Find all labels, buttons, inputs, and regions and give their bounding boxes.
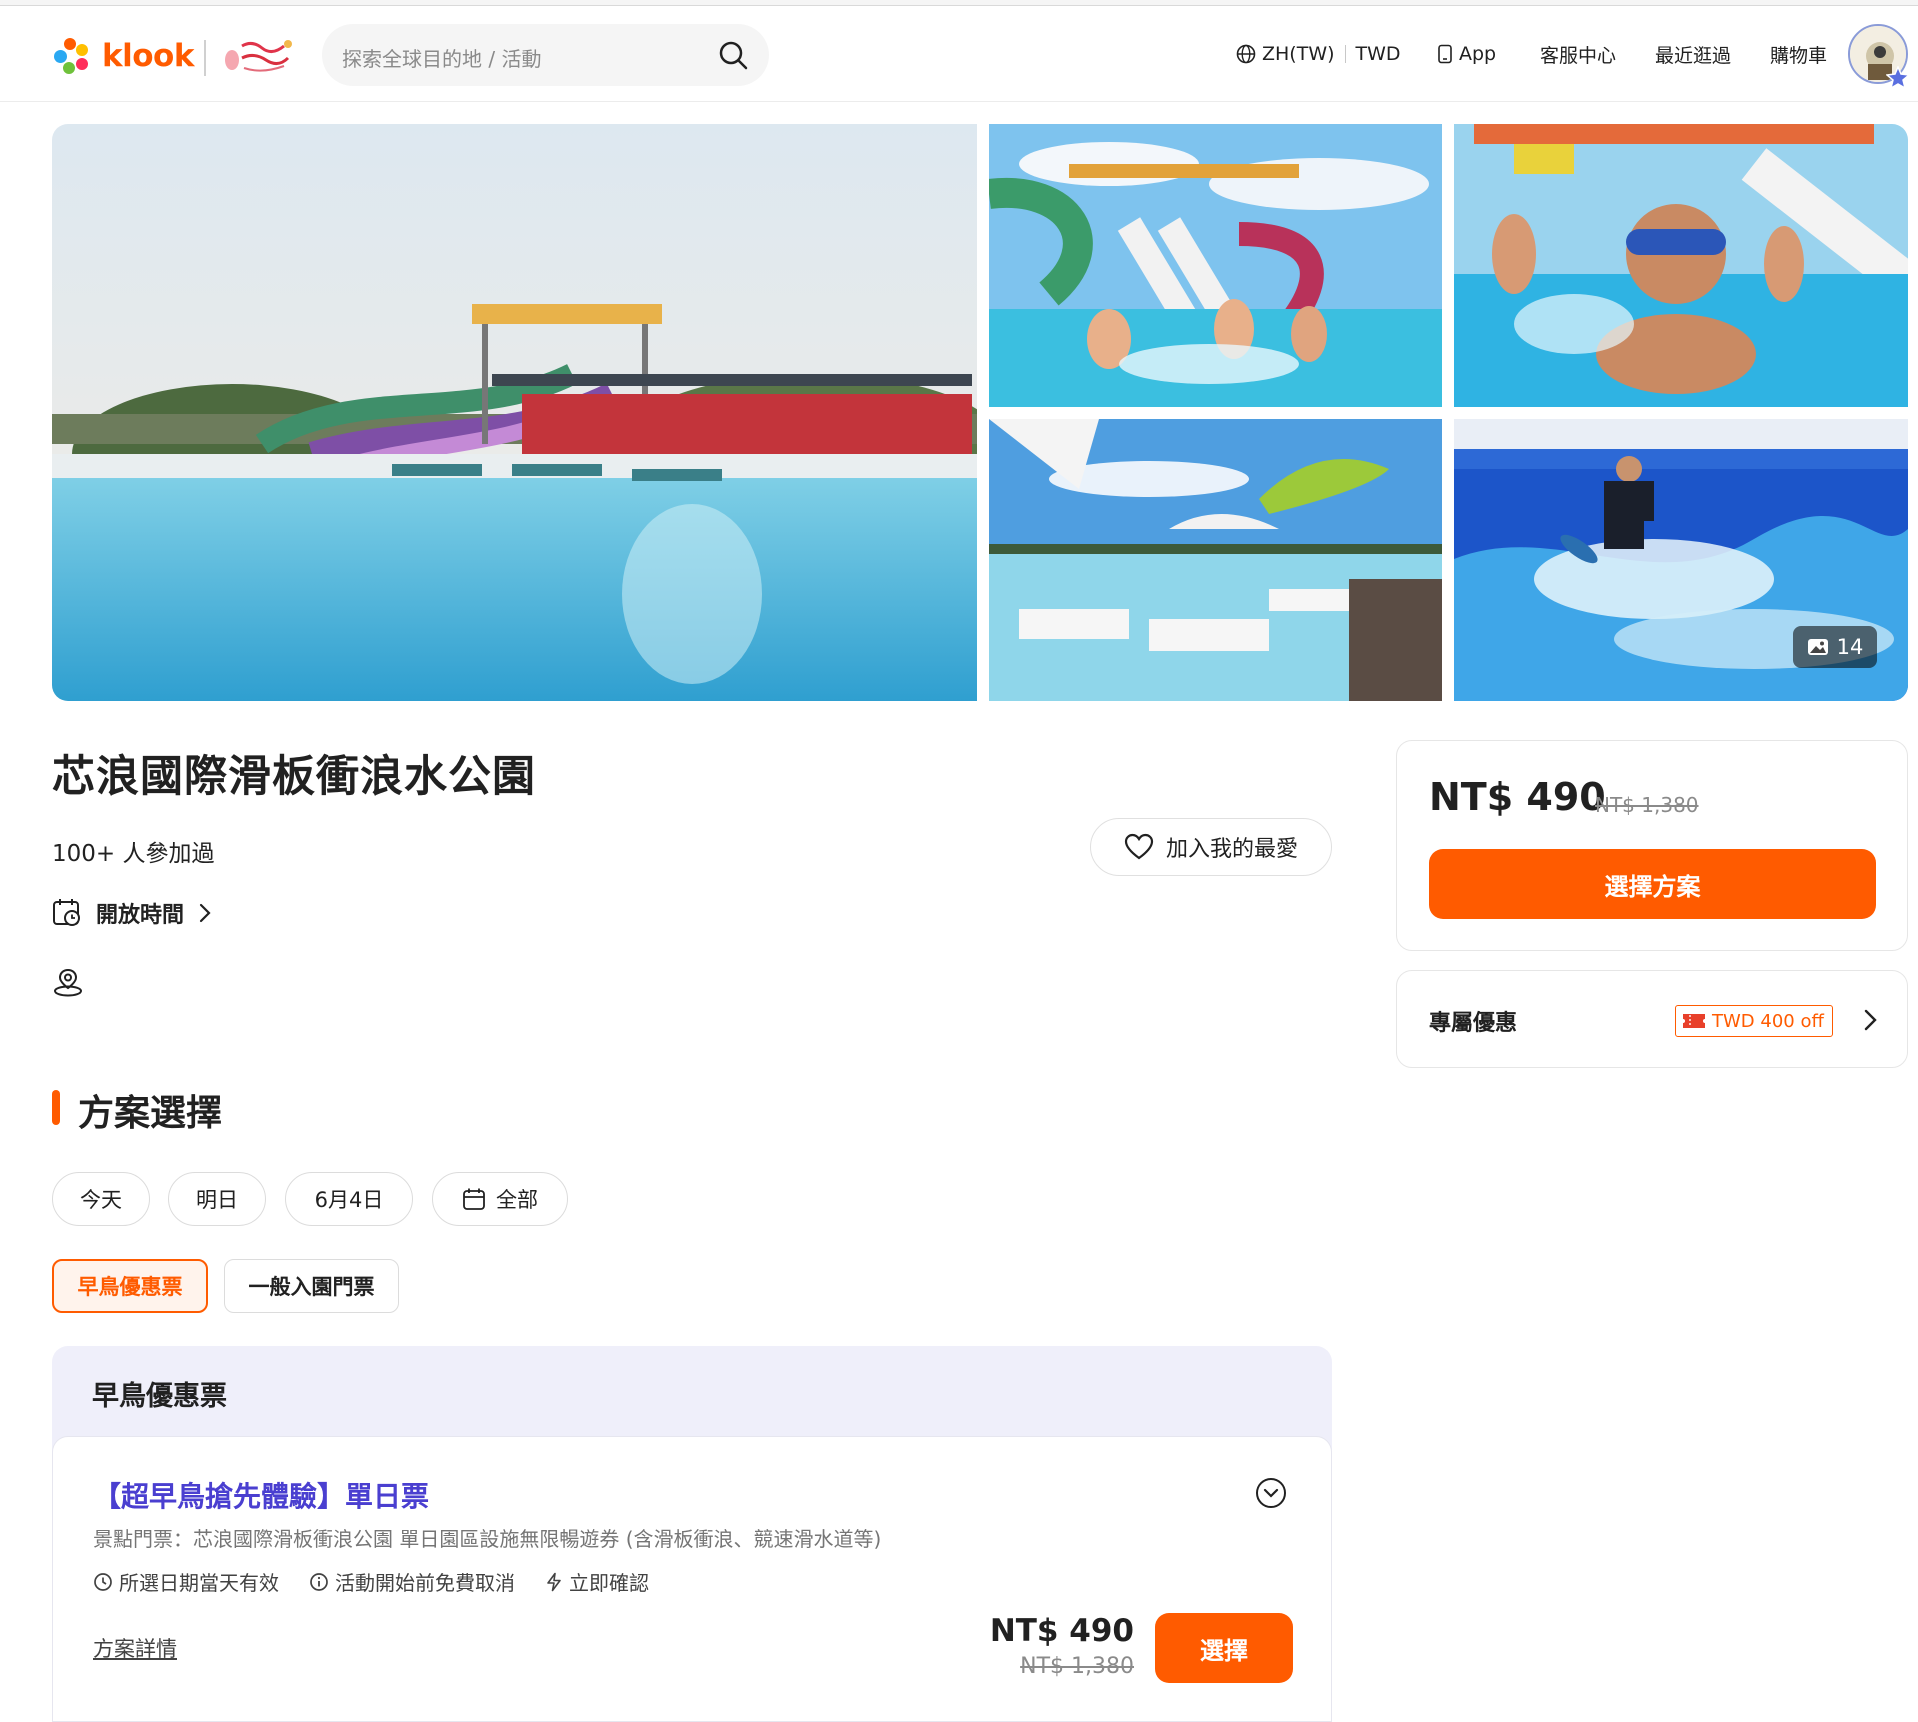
photo-count-label: 14 bbox=[1836, 635, 1864, 659]
clock-icon bbox=[94, 1572, 112, 1591]
calendar-clock-icon bbox=[53, 899, 80, 926]
choose-plan-button[interactable]: 選擇方案 bbox=[1429, 849, 1876, 919]
package-type-label: 早鳥優惠票 bbox=[77, 1275, 183, 1299]
date-chip-label: 今天 bbox=[80, 1188, 122, 1212]
summary-original-price: NT$ 1,380 bbox=[1595, 793, 1699, 817]
recently-viewed-link[interactable]: 最近逛過 bbox=[1655, 6, 1731, 102]
date-chip-label: 明日 bbox=[196, 1188, 238, 1212]
klook-logo[interactable]: klook bbox=[50, 34, 194, 78]
date-chip-june-4[interactable]: 6月4日 bbox=[285, 1172, 413, 1226]
member-badge-icon bbox=[1886, 66, 1910, 90]
activity-title: 芯浪國際滑板衝浪水公園 bbox=[52, 752, 536, 802]
participants-count: 100+ 人參加過 bbox=[52, 841, 215, 867]
gallery-photo-cabanas[interactable] bbox=[989, 419, 1442, 701]
recently-viewed-label: 最近逛過 bbox=[1655, 44, 1732, 67]
package-type-general[interactable]: 一般入園門票 bbox=[224, 1259, 399, 1313]
currency-label: TWD bbox=[1355, 43, 1401, 65]
coupon-badge[interactable]: TWD 400 off bbox=[1675, 1005, 1833, 1037]
package-details-link[interactable]: 方案詳情 bbox=[93, 1633, 177, 1663]
lang-currency-divider bbox=[1344, 45, 1346, 63]
klook-logo-mark bbox=[50, 36, 92, 76]
date-chip-all[interactable]: 全部 bbox=[432, 1172, 568, 1226]
gallery-photo-kids[interactable] bbox=[1454, 124, 1908, 407]
add-to-wishlist-button[interactable]: 加入我的最愛 bbox=[1090, 818, 1332, 876]
package-type-label: 一般入園門票 bbox=[248, 1275, 375, 1299]
opening-hours-link[interactable]: 開放時間 bbox=[52, 896, 212, 930]
section-accent-bar bbox=[52, 1090, 60, 1125]
wishlist-label: 加入我的最愛 bbox=[1165, 837, 1298, 862]
heart-icon bbox=[1124, 833, 1154, 860]
package-card[interactable]: 【超早鳥搶先體驗】單日票 景點門票：芯浪國際滑板衝浪公園 單日園區設施無限暢遊券… bbox=[52, 1436, 1332, 1722]
app-label: App bbox=[1459, 43, 1497, 65]
site-header: klook 探索全球目的地 / 活動 ZH(TW) TWD App 客服中心 最… bbox=[0, 6, 1918, 102]
app-download-link[interactable]: App bbox=[1437, 6, 1496, 102]
cart-label: 購物車 bbox=[1770, 44, 1828, 67]
date-chip-label: 6月4日 bbox=[314, 1188, 384, 1212]
date-chip-today[interactable]: 今天 bbox=[52, 1172, 150, 1226]
chevron-right-icon[interactable] bbox=[1857, 1007, 1883, 1033]
coupon-label: TWD 400 off bbox=[1712, 1010, 1824, 1032]
promo-campaign-logo[interactable] bbox=[222, 36, 296, 78]
price-summary-card: NT$ 490 NT$ 1,380 選擇方案 bbox=[1396, 740, 1908, 951]
lightning-icon bbox=[547, 1572, 561, 1591]
gallery-photo-slides[interactable] bbox=[989, 124, 1442, 407]
select-package-label: 選擇 bbox=[1200, 1636, 1248, 1665]
cart-link[interactable]: 購物車 bbox=[1770, 6, 1827, 102]
customer-service-label: 客服中心 bbox=[1540, 44, 1617, 67]
search-placeholder: 探索全球目的地 / 活動 bbox=[342, 47, 542, 71]
view-all-photos-button[interactable]: 14 bbox=[1793, 626, 1877, 668]
ticket-icon bbox=[1683, 1014, 1705, 1028]
package-card-title[interactable]: 【超早鳥搶先體驗】單日票 bbox=[93, 1475, 429, 1515]
search-bar[interactable]: 探索全球目的地 / 活動 bbox=[322, 24, 769, 86]
image-icon bbox=[1807, 639, 1828, 655]
exclusive-deals-label: 專屬優惠 bbox=[1429, 1011, 1518, 1036]
calendar-icon bbox=[463, 1188, 485, 1210]
feature-label: 立即確認 bbox=[569, 1571, 649, 1595]
date-chip-label: 全部 bbox=[496, 1188, 538, 1212]
package-features: 所選日期當天有效 活動開始前免費取消 立即確認 bbox=[93, 1567, 649, 1596]
package-price: NT$ 490 bbox=[989, 1613, 1134, 1649]
feature-free-cancel: 活動開始前免費取消 bbox=[309, 1567, 515, 1596]
chevron-down-circle-icon[interactable] bbox=[1255, 1477, 1287, 1509]
package-group-title: 早鳥優惠票 bbox=[92, 1381, 227, 1412]
package-type-early-bird[interactable]: 早鳥優惠票 bbox=[52, 1259, 208, 1313]
feature-valid-date: 所選日期當天有效 bbox=[93, 1567, 279, 1596]
package-section-title: 方案選擇 bbox=[78, 1093, 223, 1134]
package-original-price: NT$ 1,380 bbox=[1020, 1654, 1134, 1679]
globe-icon bbox=[1236, 44, 1256, 64]
opening-hours-label: 開放時間 bbox=[96, 903, 185, 928]
summary-price: NT$ 490 bbox=[1429, 775, 1606, 819]
feature-label: 活動開始前免費取消 bbox=[335, 1571, 515, 1595]
gallery-photo-main[interactable] bbox=[52, 124, 977, 701]
exclusive-deals-card[interactable]: 專屬優惠 TWD 400 off bbox=[1396, 970, 1908, 1068]
date-chip-tomorrow[interactable]: 明日 bbox=[168, 1172, 266, 1226]
photo-gallery[interactable] bbox=[52, 124, 1908, 701]
phone-icon bbox=[1438, 44, 1452, 64]
info-icon bbox=[310, 1572, 328, 1591]
choose-plan-label: 選擇方案 bbox=[1604, 872, 1701, 901]
select-package-button[interactable]: 選擇 bbox=[1155, 1613, 1293, 1683]
package-card-description: 景點門票：芯浪國際滑板衝浪公園 單日園區設施無限暢遊券 (含滑板衝浪、競速滑水道… bbox=[93, 1527, 882, 1551]
logo-divider bbox=[204, 40, 206, 76]
package-group: 早鳥優惠票 【超早鳥搶先體驗】單日票 景點門票：芯浪國際滑板衝浪公園 單日園區設… bbox=[52, 1346, 1332, 1722]
language-label: ZH(TW) bbox=[1262, 43, 1335, 65]
customer-service-link[interactable]: 客服中心 bbox=[1540, 6, 1616, 102]
search-icon[interactable] bbox=[717, 39, 749, 71]
feature-label: 所選日期當天有效 bbox=[119, 1571, 279, 1595]
language-currency-selector[interactable]: ZH(TW) TWD bbox=[1236, 6, 1401, 102]
location-icon[interactable] bbox=[52, 966, 84, 998]
feature-instant-confirm: 立即確認 bbox=[545, 1567, 649, 1596]
logo-wordmark: klook bbox=[102, 38, 194, 74]
chevron-right-icon bbox=[199, 903, 211, 923]
